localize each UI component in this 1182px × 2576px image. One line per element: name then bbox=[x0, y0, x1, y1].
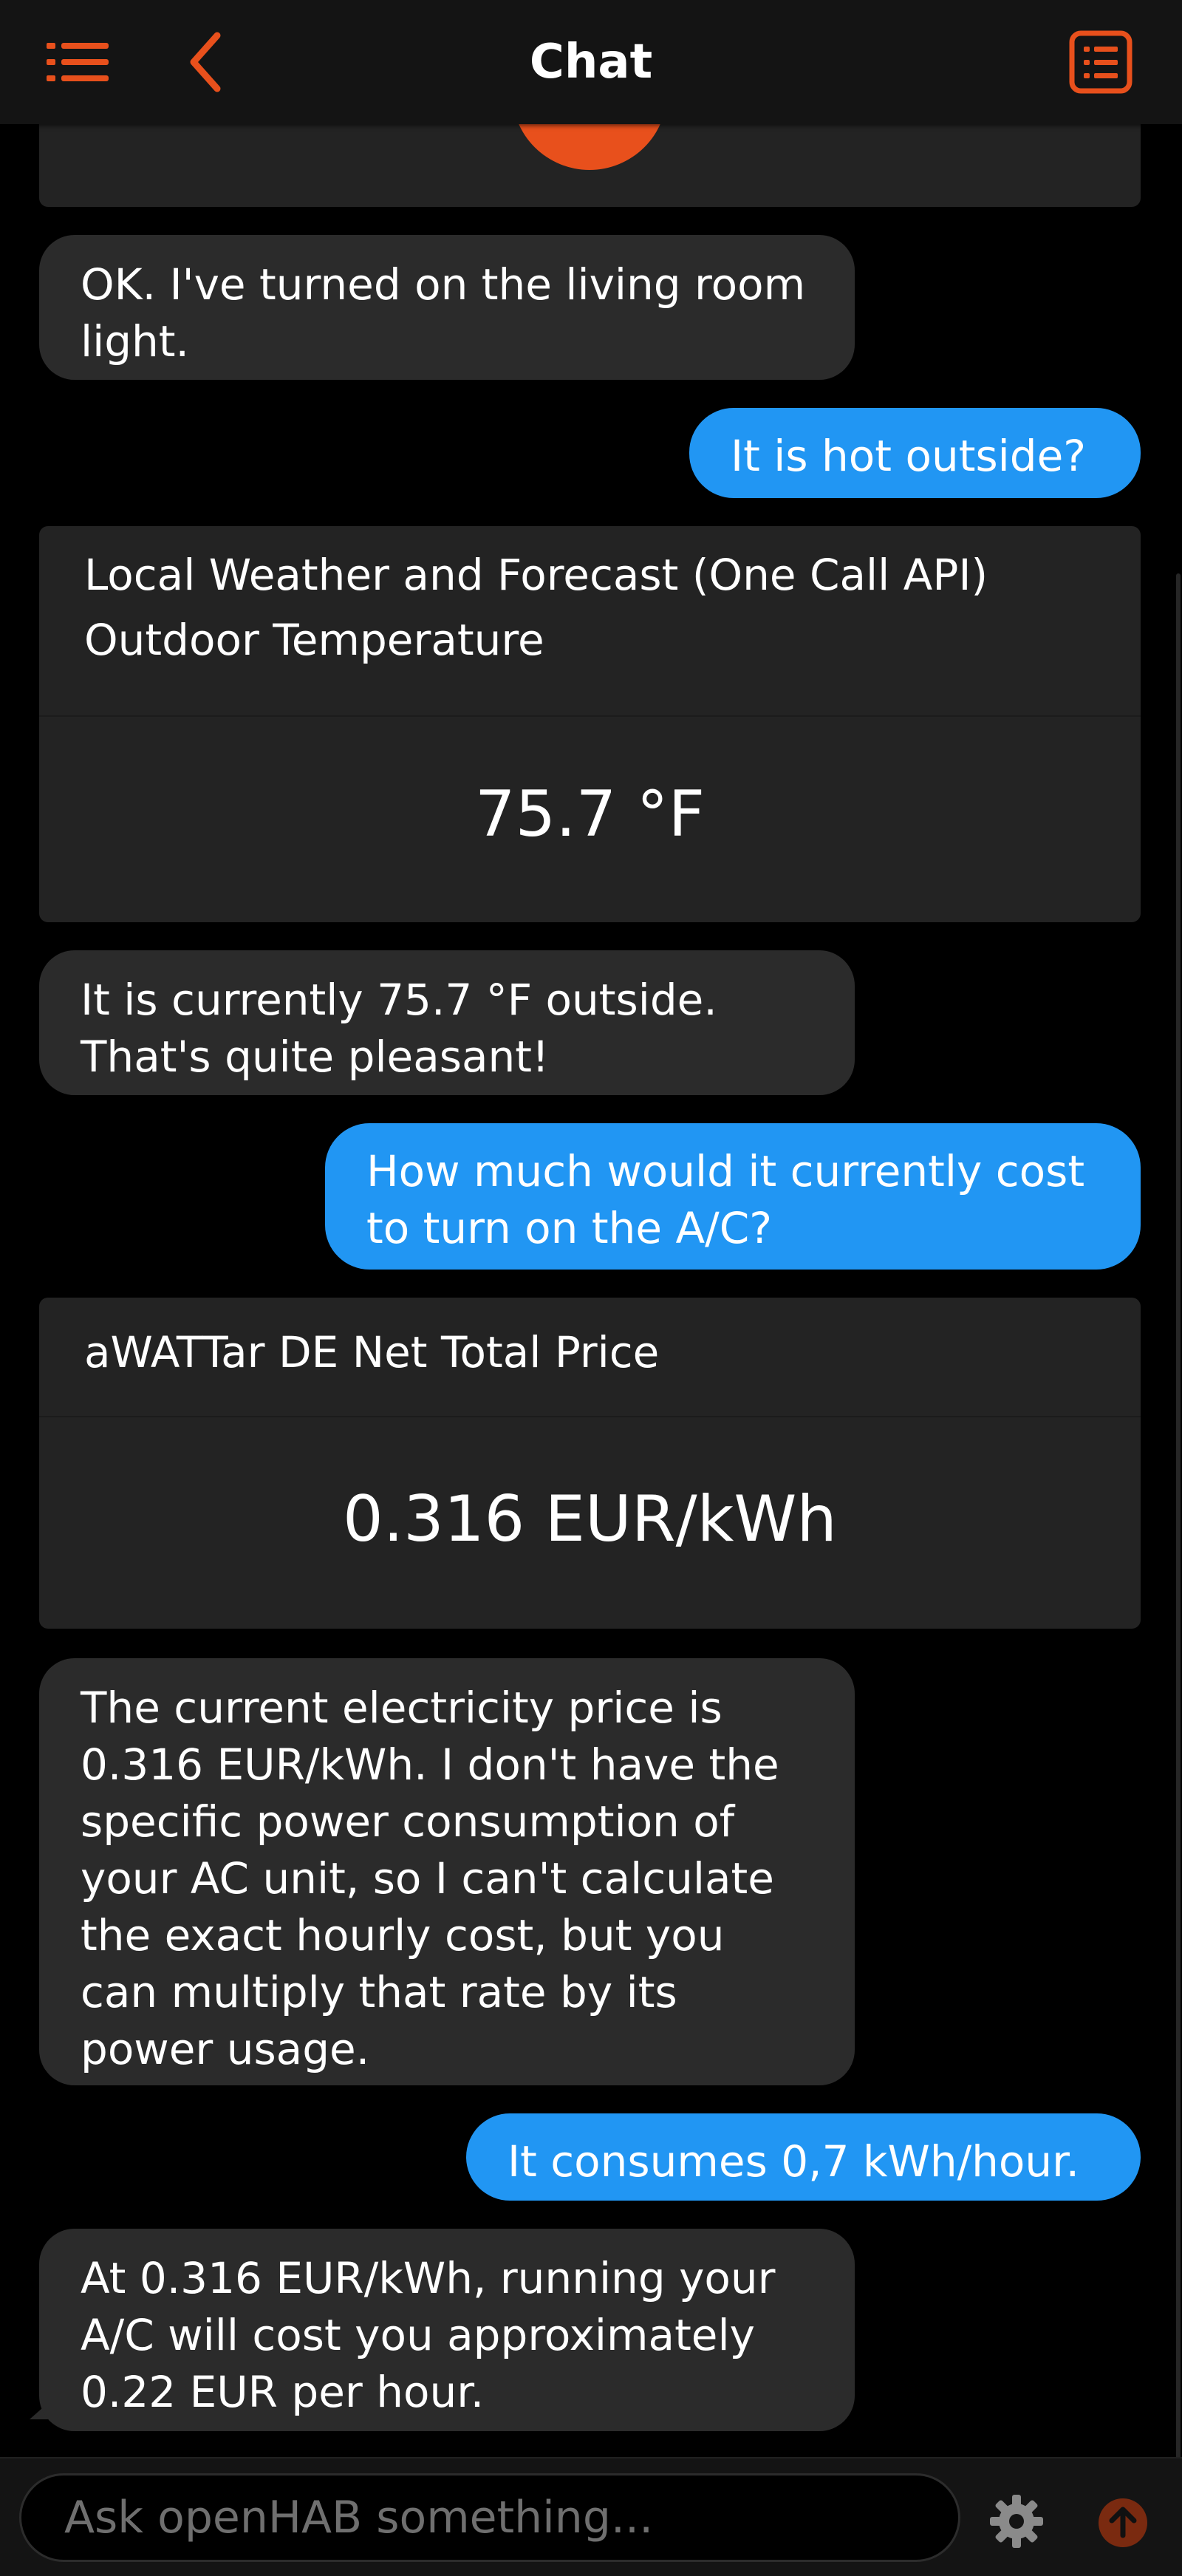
message-text: It is currently 75.7 °F outside. That's … bbox=[81, 975, 717, 1082]
chat-scroll-area[interactable]: OK. I've turned on the living room light… bbox=[0, 0, 1182, 2457]
card-divider bbox=[39, 1416, 1141, 1417]
item-value: 75.7 °F bbox=[474, 777, 706, 851]
item-card-price[interactable]: aWATTar DE Net Total Price 0.316 EUR/kWh bbox=[39, 1298, 1141, 1629]
send-button[interactable] bbox=[1097, 2497, 1149, 2549]
message-text: It consumes 0,7 kWh/hour. bbox=[508, 2136, 1080, 2187]
message-text: How much would it currently cost to turn… bbox=[366, 1146, 1085, 1253]
navbar: Chat bbox=[0, 0, 1182, 124]
message-text: It is hot outside? bbox=[731, 431, 1087, 481]
gear-icon[interactable] bbox=[987, 2492, 1046, 2551]
assistant-message: At 0.316 EUR/kWh, running your A/C will … bbox=[39, 2229, 855, 2431]
item-card-weather[interactable]: Local Weather and Forecast (One Call API… bbox=[39, 526, 1141, 922]
assistant-message: It is currently 75.7 °F outside. That's … bbox=[39, 950, 855, 1095]
composer-bar: Ask openHAB something... bbox=[0, 2457, 1182, 2576]
assistant-message: OK. I've turned on the living room light… bbox=[39, 235, 855, 380]
page-title: Chat bbox=[529, 35, 653, 89]
item-label: Local Weather and Forecast (One Call API… bbox=[84, 550, 988, 665]
message-input[interactable]: Ask openHAB something... bbox=[19, 2473, 960, 2562]
list-box-icon[interactable] bbox=[1064, 25, 1138, 99]
user-message: How much would it currently cost to turn… bbox=[325, 1123, 1141, 1270]
previous-item-card bbox=[39, 89, 1141, 207]
message-text: At 0.316 EUR/kWh, running your A/C will … bbox=[81, 2253, 776, 2417]
scrollbar[interactable] bbox=[1176, 573, 1181, 2457]
user-message: It is hot outside? bbox=[689, 408, 1141, 498]
message-text: OK. I've turned on the living room light… bbox=[81, 259, 806, 367]
assistant-message: The current electricity price is 0.316 E… bbox=[39, 1658, 855, 2085]
item-value: 0.316 EUR/kWh bbox=[343, 1482, 837, 1556]
arrow-up-circle-icon bbox=[1099, 2498, 1147, 2547]
message-text: The current electricity price is 0.316 E… bbox=[81, 1683, 779, 2074]
item-label: aWATTar DE Net Total Price bbox=[84, 1327, 660, 1377]
user-message: It consumes 0,7 kWh/hour. bbox=[466, 2113, 1141, 2201]
card-divider bbox=[39, 715, 1141, 717]
